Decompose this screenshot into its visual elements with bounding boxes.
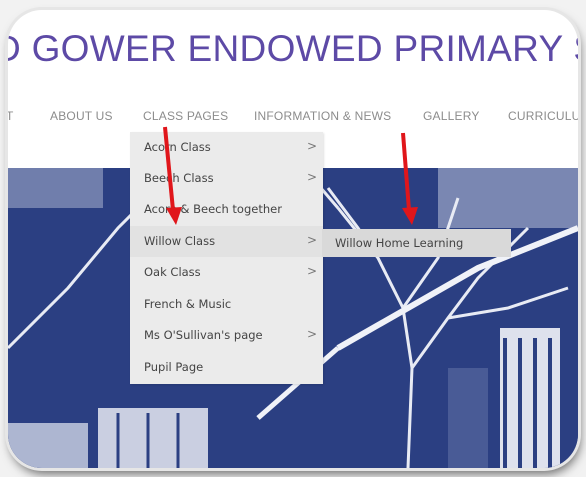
menu-item-french-music[interactable]: French & Music	[130, 289, 323, 320]
menu-item-label: French & Music	[144, 297, 232, 311]
chevron-right-icon: >	[306, 233, 317, 247]
main-nav: T ABOUT US CLASS PAGES INFORMATION & NEW…	[8, 105, 578, 129]
chevron-right-icon: >	[306, 170, 317, 184]
nav-item-about-us[interactable]: ABOUT US	[50, 109, 113, 123]
nav-item-gallery[interactable]: GALLERY	[423, 109, 480, 123]
nav-item-truncated[interactable]: T	[8, 109, 14, 123]
nav-item-information-news[interactable]: INFORMATION & NEWS	[254, 109, 391, 123]
chevron-right-icon: >	[306, 139, 317, 153]
nav-item-curriculum[interactable]: CURRICULUM	[508, 109, 578, 123]
menu-item-acorn-class[interactable]: Acorn Class >	[130, 132, 323, 163]
nav-item-class-pages[interactable]: CLASS PAGES	[143, 109, 228, 123]
menu-item-acorn-beech-together[interactable]: Acorn & Beech together	[130, 194, 323, 225]
class-pages-dropdown: Acorn Class > Beech Class > Acorn & Beec…	[130, 132, 323, 384]
menu-item-label: Willow Class	[144, 234, 216, 248]
menu-item-beech-class[interactable]: Beech Class >	[130, 163, 323, 194]
submenu-item-willow-home-learning[interactable]: Willow Home Learning	[322, 229, 511, 257]
menu-item-label: Ms O'Sullivan's page	[144, 328, 263, 342]
chevron-right-icon: >	[306, 264, 317, 278]
menu-item-ms-osullivan-page[interactable]: Ms O'Sullivan's page >	[130, 320, 323, 351]
menu-item-willow-class[interactable]: Willow Class >	[130, 226, 323, 257]
screenshot-frame: D GOWER ENDOWED PRIMARY SC T ABOUT US CL…	[8, 10, 578, 468]
menu-item-oak-class[interactable]: Oak Class >	[130, 257, 323, 288]
menu-item-pupil-page[interactable]: Pupil Page	[130, 352, 323, 383]
site-title: D GOWER ENDOWED PRIMARY SC	[8, 28, 578, 69]
chevron-right-icon: >	[306, 327, 317, 341]
menu-item-label: Acorn & Beech together	[144, 202, 282, 216]
menu-item-label: Pupil Page	[144, 360, 204, 374]
menu-item-label: Beech Class	[144, 171, 214, 185]
submenu-item-label: Willow Home Learning	[335, 236, 464, 250]
willow-class-submenu: Willow Home Learning	[322, 229, 511, 257]
menu-item-label: Oak Class	[144, 265, 201, 279]
menu-item-label: Acorn Class	[144, 140, 211, 154]
